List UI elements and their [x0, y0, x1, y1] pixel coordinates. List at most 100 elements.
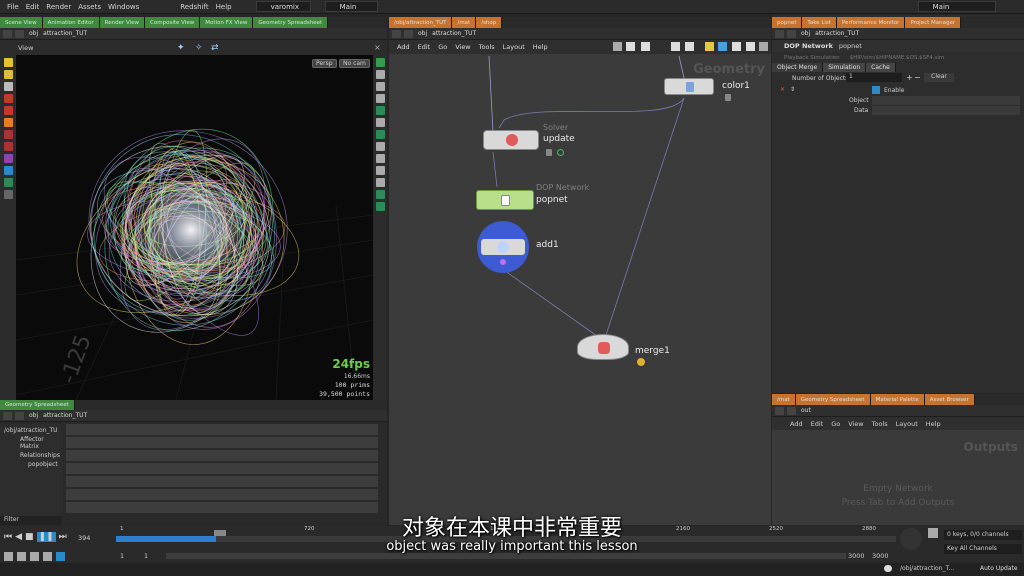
plus-icon[interactable]: + [906, 73, 913, 82]
tab-simulation[interactable]: Simulation [823, 63, 867, 72]
br-path-out[interactable]: out [801, 407, 811, 414]
outputs-network-pane[interactable]: /mat Geometry Spreadsheet Material Palet… [772, 394, 1024, 525]
translate-icon[interactable] [3, 118, 13, 127]
menu-render[interactable]: Render [46, 3, 71, 11]
br-forward-icon[interactable] [787, 406, 796, 415]
scale-icon[interactable] [3, 142, 13, 151]
net-back-icon[interactable] [392, 29, 401, 38]
snap-grid-icon[interactable] [375, 178, 385, 187]
lock-camera-icon[interactable] [375, 70, 385, 79]
view-tool-icon[interactable] [3, 178, 13, 187]
shading-icon[interactable] [375, 106, 385, 115]
data-field[interactable] [872, 106, 1020, 115]
brush-icon[interactable] [3, 106, 13, 115]
net-forward-icon[interactable] [404, 29, 413, 38]
select-object-icon[interactable] [3, 70, 13, 79]
node-merge1[interactable] [577, 334, 629, 360]
br-menu-layout[interactable]: Layout [896, 420, 918, 428]
clear-button[interactable]: Clear [924, 73, 954, 82]
node-update[interactable] [483, 130, 539, 150]
persp-menu[interactable]: Persp [312, 59, 337, 68]
magnet-icon[interactable] [3, 166, 13, 175]
transform-icon[interactable]: ✦ [177, 43, 185, 53]
playback-simulation[interactable]: Playback Simulation [784, 55, 840, 61]
handle-tool-icon[interactable] [3, 154, 13, 163]
spreadsheet-back-icon[interactable] [3, 411, 12, 420]
br-menu-view[interactable]: View [848, 420, 863, 428]
spreadsheet-forward-icon[interactable] [15, 411, 24, 420]
num-objects-field[interactable]: 1 [846, 73, 902, 82]
spreadsheet-path-obj[interactable]: obj [29, 412, 38, 419]
select-tool-icon[interactable] [3, 58, 13, 67]
br-menu-add[interactable]: Add [790, 420, 803, 428]
tab-mat-lower[interactable]: /mat [772, 394, 796, 405]
menu-assets[interactable]: Assets [78, 3, 101, 11]
tab-render-view[interactable]: Render View [99, 17, 146, 28]
main-desk-select[interactable]: Main [324, 1, 378, 12]
rotate-icon[interactable] [3, 130, 13, 139]
ghost-icon[interactable] [375, 94, 385, 103]
param-path-node[interactable]: attraction_TUT [815, 30, 859, 37]
right-desk-select[interactable]: Main [917, 1, 996, 12]
tab-obj-attraction[interactable]: /obj/attraction_TUT [389, 17, 453, 28]
tree-root[interactable]: /obj/attraction_TU [4, 427, 62, 434]
tab-shop[interactable]: /shop [476, 17, 503, 28]
tab-asset-browser[interactable]: Asset Browser [924, 394, 975, 405]
tab-material-palette[interactable]: Material Palette [870, 394, 925, 405]
path-node[interactable]: attraction_TUT [43, 30, 87, 37]
tab-geo-spreadsheet-lower[interactable]: Geometry Spreadsheet [795, 394, 871, 405]
snap-icon[interactable]: ⇄ [211, 43, 219, 53]
param-path-obj[interactable]: obj [801, 30, 810, 37]
camera-menu[interactable]: No cam [339, 59, 370, 68]
wireframe-icon[interactable] [375, 118, 385, 127]
path-obj[interactable]: obj [29, 30, 38, 37]
points-display-icon[interactable] [375, 142, 385, 151]
tab-geometry-spreadsheet[interactable]: Geometry Spreadsheet [253, 17, 329, 28]
param-forward-icon[interactable] [787, 29, 796, 38]
normals-icon[interactable] [375, 154, 385, 163]
param-node-name[interactable]: popnet [839, 42, 862, 50]
remove-icon[interactable]: ✕ [780, 86, 785, 93]
desktop-select[interactable]: varomix [255, 1, 311, 12]
node-popnet[interactable] [476, 190, 534, 210]
pointer-icon[interactable] [3, 82, 13, 91]
forward-icon[interactable] [15, 29, 24, 38]
br-menu-edit[interactable]: Edit [811, 420, 824, 428]
pose-icon[interactable] [3, 94, 13, 103]
display-options-icon[interactable] [375, 58, 385, 67]
tab-motion-fx-view[interactable]: Motion FX View [200, 17, 254, 28]
tab-take-list[interactable]: Take List [802, 17, 837, 28]
tab-cache[interactable]: Cache [866, 63, 896, 72]
object-field[interactable] [872, 96, 1020, 105]
tab-scene-view[interactable]: Scene View [0, 17, 43, 28]
br-menu-go[interactable]: Go [831, 420, 840, 428]
smooth-shade-icon[interactable] [375, 130, 385, 139]
light-icon[interactable] [375, 82, 385, 91]
br-menu-tools[interactable]: Tools [872, 420, 888, 428]
scene-viewport[interactable]: -125 Persp No cam 24fps 16.66ms 100 prim… [16, 55, 373, 400]
node-add1[interactable] [477, 221, 529, 273]
guides-icon[interactable] [375, 166, 385, 175]
net-path-node[interactable]: attraction_TUT [432, 30, 476, 37]
back-icon[interactable] [3, 29, 12, 38]
menu-help[interactable]: Help [216, 3, 232, 11]
layout-icon[interactable] [375, 202, 385, 211]
viewport-close-icon[interactable]: × [374, 43, 381, 52]
auto-update-button[interactable]: Auto Update [980, 565, 1018, 572]
tab-mat[interactable]: /mat [452, 17, 477, 28]
reorder-icon[interactable]: ⇕ [790, 86, 795, 93]
menu-edit[interactable]: Edit [26, 3, 40, 11]
tab-performance-monitor[interactable]: Performance Monitor [836, 17, 906, 28]
tab-project-manager[interactable]: Project Manager [905, 17, 962, 28]
tab-animation-editor[interactable]: Animation Editor [42, 17, 100, 28]
menu-windows[interactable]: Windows [108, 3, 139, 11]
enable-checkbox[interactable] [872, 86, 880, 94]
tree-relationships[interactable]: Relationships [20, 452, 62, 459]
net-path-obj[interactable]: obj [418, 30, 427, 37]
background-icon[interactable] [375, 190, 385, 199]
menu-file[interactable]: File [7, 3, 19, 11]
tab-popnet[interactable]: popnet [772, 17, 803, 28]
tree-popobject[interactable]: popobject [28, 461, 62, 468]
tab-geometry-spreadsheet-lower[interactable]: Geometry Spreadsheet [0, 400, 75, 410]
param-back-icon[interactable] [775, 29, 784, 38]
